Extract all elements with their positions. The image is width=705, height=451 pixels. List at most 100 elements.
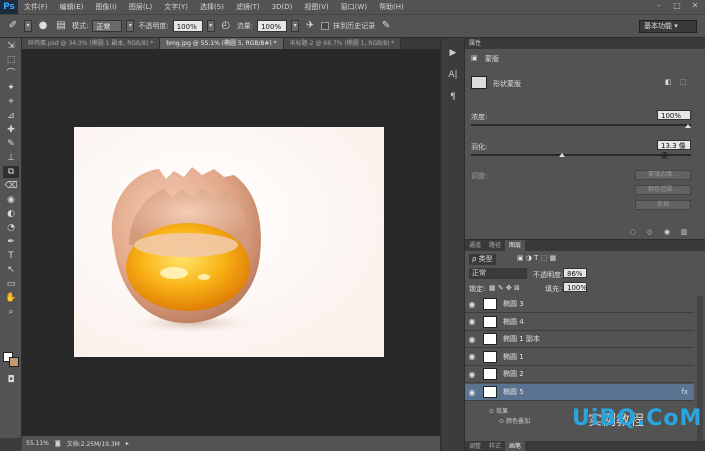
feather-field[interactable]: 13.3 像素 xyxy=(657,140,691,160)
effects-group[interactable]: ⊙ 效果 xyxy=(489,406,508,415)
pressure-size-icon[interactable]: ✎ xyxy=(379,19,393,33)
density-slider[interactable] xyxy=(471,124,691,126)
eye-icon[interactable]: ◉ xyxy=(465,352,479,361)
maximize-icon[interactable]: □ xyxy=(671,1,683,11)
tool-2-icon[interactable]: ⌒ xyxy=(3,68,19,80)
tab-layers[interactable]: 图层 xyxy=(505,240,526,251)
filter-icons[interactable]: ▣ ◑ T ⬚ ▦ xyxy=(517,254,556,262)
character-panel-icon[interactable]: A| xyxy=(444,68,462,82)
opacity-field[interactable]: 100% xyxy=(172,20,203,32)
density-field[interactable]: 100% xyxy=(657,110,691,120)
layer-name[interactable]: 椭圆 5 xyxy=(503,387,524,397)
layer-filter-select[interactable]: ρ 类型 xyxy=(469,254,496,265)
opacity-dropdown-icon[interactable]: ▾ xyxy=(206,20,215,32)
layer-row[interactable]: ◉ 椭圆 2 xyxy=(465,366,694,384)
layer-name[interactable]: 椭圆 4 xyxy=(503,317,524,327)
history-checkbox[interactable] xyxy=(321,22,330,30)
vector-mask-icon[interactable]: ⬚ xyxy=(680,78,687,86)
effect-item[interactable]: ⊙ 颜色叠加 xyxy=(499,416,530,425)
density-slider-knob[interactable] xyxy=(685,124,691,128)
tool-8-icon[interactable]: ⊥ xyxy=(3,152,19,164)
menu-window[interactable]: 窗口(W) xyxy=(335,2,373,12)
tab-document-2[interactable]: bmg.jpg @ 55.1% (椭圆 5, RGB/8#) * xyxy=(160,38,284,49)
tab-styles[interactable]: 样式 xyxy=(485,441,505,451)
feather-slider[interactable] xyxy=(471,154,691,156)
flow-dropdown-icon[interactable]: ▾ xyxy=(291,20,300,32)
eraser-preset-icon[interactable]: ✐ xyxy=(6,19,20,33)
tool-17-icon[interactable]: ▭ xyxy=(3,278,19,290)
layer-row[interactable]: ◉ 椭圆 3 xyxy=(465,296,694,313)
layer-row[interactable]: ◉ 椭圆 5 fx xyxy=(465,384,694,401)
menu-edit[interactable]: 编辑(E) xyxy=(54,2,90,12)
tool-9-icon[interactable]: ⧉ xyxy=(3,166,19,178)
tool-0-icon[interactable]: ⇲ xyxy=(3,40,19,52)
fill-field[interactable]: 100% xyxy=(563,282,587,292)
status-icon[interactable]: ◙ xyxy=(55,440,61,447)
tab-adjustments[interactable]: 调整 xyxy=(465,441,485,451)
menu-type[interactable]: 文字(Y) xyxy=(158,2,194,12)
tool-16-icon[interactable]: ↖ xyxy=(3,264,19,276)
close-icon[interactable]: ✕ xyxy=(689,1,701,11)
workspace-select[interactable]: 基本功能 ▾ xyxy=(639,20,697,33)
visibility-icon[interactable]: ◉ xyxy=(664,228,670,236)
tab-document-3[interactable]: 未标题-2 @ 66.7% (椭圆 1, RGB/8) * xyxy=(283,38,402,49)
tool-14-icon[interactable]: ✒ xyxy=(3,236,19,248)
layer-name[interactable]: 椭圆 1 xyxy=(503,352,524,362)
eye-icon[interactable]: ◉ xyxy=(465,335,479,344)
tool-10-icon[interactable]: ⌫ xyxy=(3,180,19,192)
mask-edge-button[interactable]: 蒙版边缘... xyxy=(635,170,691,180)
preset-dropdown-icon[interactable]: ▾ xyxy=(24,20,32,32)
tab-document-1[interactable]: 碎鸡蛋.psd @ 34.3% (椭圆 1 副本, RGB/8) * xyxy=(22,38,161,49)
layer-row[interactable]: ◉ 椭圆 1 xyxy=(465,349,694,366)
eye-icon[interactable]: ◉ xyxy=(465,370,479,379)
lock-icons[interactable]: ▦ ✎ ✥ ⊠ xyxy=(489,284,520,292)
document-canvas[interactable] xyxy=(74,127,384,357)
zoom-level[interactable]: 55.11% xyxy=(26,440,49,447)
layer-name[interactable]: 椭圆 3 xyxy=(503,299,524,309)
paragraph-panel-icon[interactable]: ¶ xyxy=(444,90,462,104)
brush-panel-icon[interactable]: ▤ xyxy=(54,19,68,33)
eye-icon[interactable]: ◉ xyxy=(465,317,479,326)
menu-layer[interactable]: 图层(L) xyxy=(123,2,158,12)
tool-7-icon[interactable]: ✎ xyxy=(3,138,19,150)
play-icon[interactable]: ▶ xyxy=(444,46,462,60)
tool-6-icon[interactable]: ✚ xyxy=(3,124,19,136)
menu-select[interactable]: 选择(S) xyxy=(194,2,230,12)
load-selection-icon[interactable]: ◌ xyxy=(630,228,636,236)
feather-slider-knob[interactable] xyxy=(559,153,565,157)
menu-view[interactable]: 视图(V) xyxy=(298,2,334,12)
minimize-icon[interactable]: – xyxy=(653,1,665,11)
tool-4-icon[interactable]: ⌖ xyxy=(3,96,19,108)
tool-12-icon[interactable]: ◐ xyxy=(3,208,19,220)
flow-field[interactable]: 100% xyxy=(257,20,288,32)
pressure-opacity-icon[interactable]: ◴ xyxy=(219,19,233,33)
quick-mask-icon[interactable]: ◘ xyxy=(3,374,19,386)
tool-3-icon[interactable]: ✦ xyxy=(3,82,19,94)
layer-name[interactable]: 椭圆 1 副本 xyxy=(503,334,540,344)
tab-paths[interactable]: 路径 xyxy=(485,240,505,251)
menu-file[interactable]: 文件(F) xyxy=(18,2,54,12)
tool-13-icon[interactable]: ◔ xyxy=(3,222,19,234)
tool-15-icon[interactable]: T xyxy=(3,250,19,262)
layer-name[interactable]: 椭圆 2 xyxy=(503,369,524,379)
mode-dropdown-icon[interactable]: ▾ xyxy=(126,20,135,32)
menu-image[interactable]: 图像(I) xyxy=(89,2,123,12)
layer-row[interactable]: ◉ 椭圆 4 xyxy=(465,314,694,331)
eye-icon[interactable]: ◉ xyxy=(465,300,479,309)
tool-1-icon[interactable]: ⬚ xyxy=(3,54,19,66)
tool-5-icon[interactable]: ⊿ xyxy=(3,110,19,122)
apply-mask-icon[interactable]: ◇ xyxy=(647,228,652,236)
layer-opacity-field[interactable]: 86% xyxy=(563,268,587,278)
color-range-button[interactable]: 颜色范围... xyxy=(635,185,691,195)
menu-3d[interactable]: 3D(D) xyxy=(266,3,299,11)
fx-icon[interactable]: fx xyxy=(681,388,688,396)
tab-channels[interactable]: 通道 xyxy=(465,240,485,251)
tool-19-icon[interactable]: ⌕ xyxy=(3,306,19,318)
tab-brushes[interactable]: 画笔 xyxy=(505,441,526,451)
tool-11-icon[interactable]: ◉ xyxy=(3,194,19,206)
pixel-mask-icon[interactable]: ◧ xyxy=(665,78,672,86)
layer-row[interactable]: ◉ 椭圆 1 副本 xyxy=(465,331,694,349)
tool-18-icon[interactable]: ✋ xyxy=(3,292,19,304)
menu-help[interactable]: 帮助(H) xyxy=(373,2,410,12)
background-color-swatch[interactable] xyxy=(9,357,19,367)
